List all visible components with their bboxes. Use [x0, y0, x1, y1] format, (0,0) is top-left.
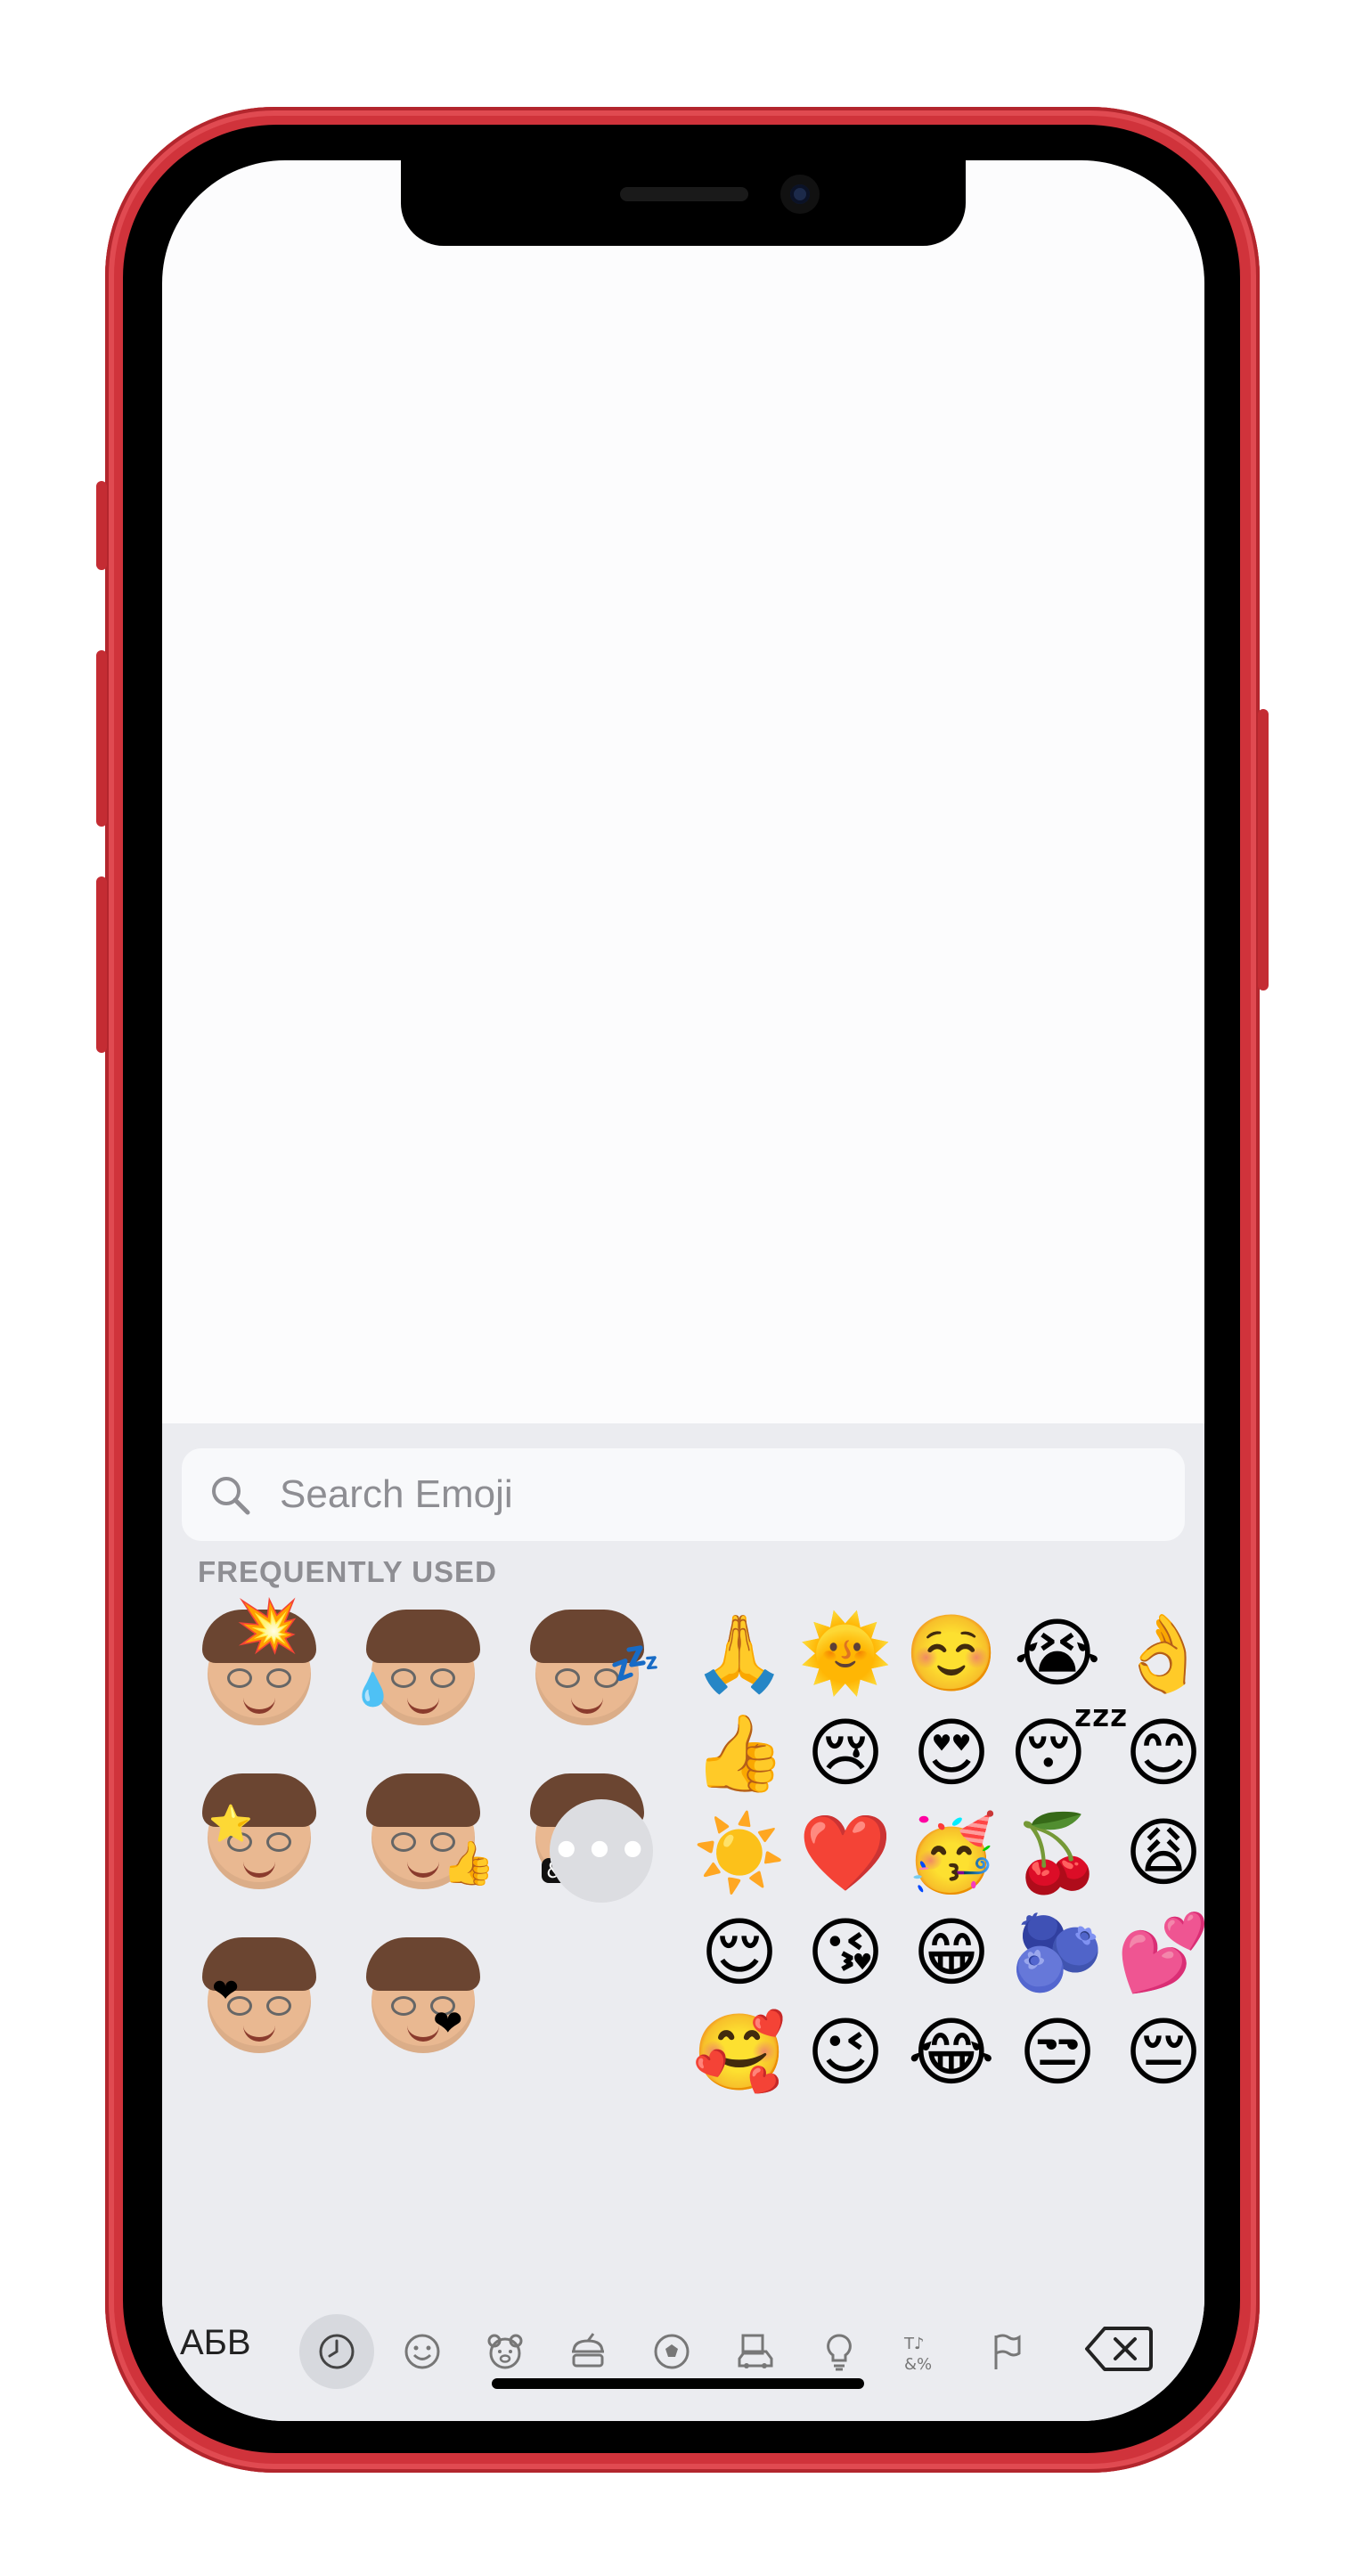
- volume-up-button: [96, 650, 107, 827]
- search-icon: [212, 1477, 250, 1515]
- emoji-search-input[interactable]: [280, 1448, 1135, 1541]
- lightbulb-icon: [827, 2334, 852, 2371]
- memoji-mouth: [571, 1697, 603, 1714]
- emoji-key[interactable]: ☀️: [691, 1805, 788, 1901]
- memoji-kiss[interactable]: ❤: [356, 1935, 490, 2068]
- emoji-key[interactable]: 🥰: [691, 2004, 788, 2100]
- memoji-accessory: 👍: [442, 1838, 495, 1888]
- memoji-glasses: [227, 1668, 291, 1688]
- memoji-mouth: [243, 1697, 275, 1714]
- category-smileys-button[interactable]: [385, 2314, 460, 2389]
- backspace-icon[interactable]: [1085, 2325, 1153, 2373]
- abc-keyboard-button[interactable]: АБВ: [180, 2323, 251, 2363]
- food-icon: [572, 2333, 604, 2368]
- memoji-mouth: [407, 1697, 439, 1714]
- memoji-accessory: ❤: [212, 1973, 240, 2009]
- emoji-key[interactable]: 🫐: [1009, 1904, 1106, 2001]
- emoji-keyboard: FREQUENTLY USED 💥💧💤⭐👍&$!#%❤❤ ••• 🙏🌞☺️😭👌👍…: [162, 1423, 1204, 2421]
- emoji-key[interactable]: 🌞: [797, 1605, 894, 1701]
- smiley-icon: [404, 2334, 440, 2369]
- emoji-key[interactable]: 😔: [1115, 2004, 1204, 2100]
- svg-text:&%: &%: [904, 2355, 932, 2373]
- home-indicator[interactable]: [492, 2378, 864, 2389]
- ringer-switch: [96, 481, 107, 570]
- emoji-key[interactable]: 💕: [1115, 1904, 1204, 2001]
- clock-icon: [319, 2334, 355, 2369]
- emoji-key[interactable]: 😌: [691, 1904, 788, 2001]
- emoji-key[interactable]: 😉: [797, 2004, 894, 2100]
- emoji-key[interactable]: 🙏: [691, 1605, 788, 1701]
- category-flags-button[interactable]: [969, 2314, 1044, 2389]
- section-title: FREQUENTLY USED: [198, 1555, 497, 1588]
- memoji-accessory: 💤: [609, 1639, 661, 1687]
- memoji-heart-eyes[interactable]: ❤: [192, 1935, 326, 2068]
- emoji-key[interactable]: 👌: [1115, 1605, 1204, 1701]
- memoji-mouth: [243, 1861, 275, 1878]
- emoji-key[interactable]: 😢: [797, 1705, 894, 1801]
- memoji-thumbs-up[interactable]: 👍: [356, 1771, 495, 1904]
- symbols-icon: T♪ &%: [903, 2335, 932, 2373]
- emoji-key[interactable]: 😂: [903, 2004, 1000, 2100]
- emoji-key[interactable]: 😊: [1115, 1705, 1204, 1801]
- memoji-accessory: 💥: [235, 1595, 300, 1656]
- category-recent-button[interactable]: [299, 2314, 374, 2389]
- emoji-key[interactable]: 😁: [903, 1904, 1000, 2001]
- more-stickers-button[interactable]: •••: [550, 1799, 653, 1903]
- emoji-search-bar[interactable]: [182, 1448, 1185, 1541]
- emoji-key[interactable]: 😴: [1009, 1705, 1130, 1801]
- front-camera: [780, 175, 820, 214]
- memoji-star-eyes[interactable]: ⭐: [192, 1771, 326, 1904]
- emoji-key[interactable]: 🥳: [903, 1805, 1000, 1901]
- memoji-laughing-tears[interactable]: 💧: [353, 1607, 490, 1740]
- memoji-sleeping[interactable]: 💤: [520, 1607, 660, 1740]
- emoji-key[interactable]: 👍: [691, 1705, 788, 1801]
- side-button: [1258, 709, 1269, 990]
- memoji-accessory: ❤: [433, 2003, 463, 2044]
- emoji-key[interactable]: ❤️: [797, 1805, 894, 1901]
- bear-icon: [487, 2334, 523, 2369]
- phone-screen: FREQUENTLY USED 💥💧💤⭐👍&$!#%❤❤ ••• 🙏🌞☺️😭👌👍…: [162, 160, 1204, 2421]
- memoji-mind-blown[interactable]: 💥: [192, 1600, 326, 1740]
- memoji-glasses: [391, 1668, 455, 1688]
- emoji-key[interactable]: ☺️: [903, 1605, 1000, 1701]
- memoji-accessory: 💧: [353, 1672, 393, 1708]
- category-symbols-button[interactable]: T♪ &%: [886, 2314, 960, 2389]
- emoji-key[interactable]: 😩: [1115, 1805, 1204, 1901]
- earpiece-speaker: [620, 187, 748, 201]
- soccer-ball-icon: [654, 2334, 690, 2369]
- flag-icon: [994, 2334, 1021, 2369]
- frequently-used-emoji-grid: 🙏 🌞 ☺️ 😭 👌 👍 😢 😍 😴 😊 ☀️ ❤️ 🥳 🍒 😩 😌 😘 😁 🫐 💕 🥰 😉 😂 😒 😔: [688, 1602, 1204, 2109]
- emoji-key[interactable]: 😍: [903, 1705, 1000, 1801]
- memoji-accessory: ⭐: [208, 1804, 253, 1845]
- notch: [401, 160, 966, 246]
- emoji-key[interactable]: 🍒: [1009, 1805, 1106, 1901]
- volume-down-button: [96, 876, 107, 1053]
- svg-text:T♪: T♪: [903, 2335, 924, 2353]
- emoji-key[interactable]: 😘: [797, 1904, 894, 2001]
- memoji-mouth: [407, 1861, 439, 1878]
- memoji-mouth: [243, 2025, 275, 2042]
- emoji-key[interactable]: 😭: [1009, 1605, 1106, 1701]
- emoji-key[interactable]: 😒: [1009, 2004, 1106, 2100]
- building-car-icon: [738, 2334, 773, 2368]
